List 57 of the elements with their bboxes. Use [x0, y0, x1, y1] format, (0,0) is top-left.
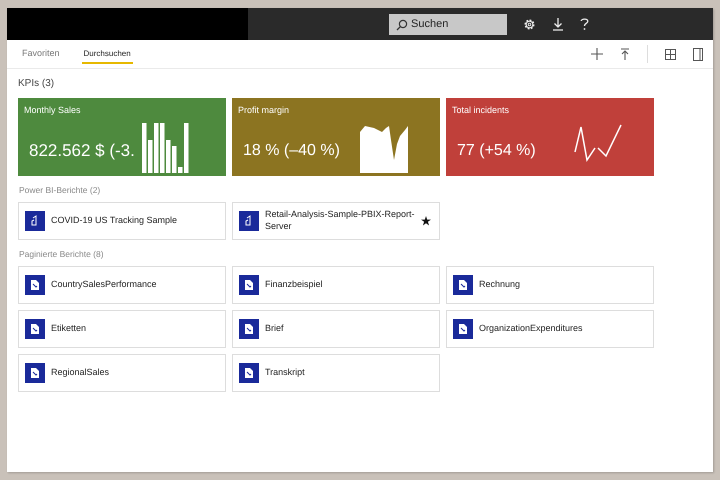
- report-name: Rechnung: [479, 279, 522, 291]
- kpi-tile[interactable]: Monthly Sales 822.562 $ (-3.: [18, 98, 226, 176]
- kpi-value: 822.562 $ (-3.: [29, 141, 135, 161]
- line-sparkline: [574, 124, 622, 162]
- report-tile[interactable]: Finanzbeispiel: [232, 266, 440, 304]
- kpi-tile[interactable]: Total incidents 77 (+54 %): [446, 98, 654, 176]
- help-icon[interactable]: [580, 17, 589, 31]
- kpi-title: Profit margin: [238, 105, 290, 115]
- area-sparkline: [360, 126, 408, 173]
- plus-icon[interactable]: [591, 48, 603, 60]
- panel-icon[interactable]: [693, 48, 703, 60]
- search-field[interactable]: Suchen: [389, 14, 507, 34]
- paginated-report-icon: [239, 319, 259, 339]
- upload-icon[interactable]: [620, 48, 630, 60]
- report-tile[interactable]: COVID-19 US Tracking Sample: [18, 202, 226, 240]
- report-name: Finanzbeispiel: [265, 279, 324, 291]
- paginated-report-icon: [239, 363, 259, 383]
- report-tile[interactable]: Rechnung: [446, 266, 654, 304]
- bar-sparkline: [142, 123, 190, 173]
- report-tile[interactable]: CountrySalesPerformance: [18, 266, 226, 304]
- paginated-report-icon: [25, 319, 45, 339]
- section-heading: KPIs (3): [18, 78, 56, 89]
- paginated-report-icon: [25, 275, 45, 295]
- tab[interactable]: Durchsuchen: [82, 44, 133, 64]
- section-heading: Paginierte Berichte (8): [19, 249, 105, 259]
- report-tile[interactable]: Retail-Analysis-Sample-PBIX-Report-Server: [232, 202, 440, 240]
- report-name: Brief: [265, 323, 285, 335]
- kpi-title: Total incidents: [452, 105, 510, 115]
- paginated-report-icon: [453, 275, 473, 295]
- paginated-report-icon: [453, 319, 473, 339]
- report-name: Transkript: [265, 367, 306, 379]
- kpi-tile[interactable]: Profit margin 18 % (–40 %): [232, 98, 440, 176]
- search-icon: [396, 18, 408, 30]
- paginated-report-icon: [239, 275, 259, 295]
- report-tile[interactable]: RegionalSales: [18, 354, 226, 392]
- kpi-value: 77 (+54 %): [457, 142, 536, 160]
- report-name: Retail-Analysis-Sample-PBIX-Report-Server: [265, 209, 415, 233]
- report-tile[interactable]: Etiketten: [18, 310, 226, 348]
- report-icon: [25, 211, 45, 231]
- kpi-title: Monthly Sales: [24, 105, 81, 115]
- report-tile[interactable]: Transkript: [232, 354, 440, 392]
- star-icon[interactable]: [421, 216, 431, 226]
- report-tile[interactable]: OrganizationExpenditures: [446, 310, 654, 348]
- grid-icon[interactable]: [665, 48, 676, 60]
- report-name: OrganizationExpenditures: [479, 323, 584, 335]
- report-name: COVID-19 US Tracking Sample: [51, 215, 178, 227]
- tab[interactable]: Favoriten: [20, 44, 62, 64]
- report-name: Etiketten: [51, 323, 88, 335]
- settings-icon[interactable]: [523, 18, 536, 30]
- report-name: RegionalSales: [51, 367, 110, 379]
- kpi-value: 18 % (–40 %): [243, 142, 340, 160]
- paginated-report-icon: [25, 363, 45, 383]
- report-tile[interactable]: Brief: [232, 310, 440, 348]
- report-name: CountrySalesPerformance: [51, 279, 158, 291]
- section-heading: Power BI-Berichte (2): [19, 185, 102, 195]
- download-icon[interactable]: [552, 17, 564, 31]
- report-icon: [239, 211, 259, 231]
